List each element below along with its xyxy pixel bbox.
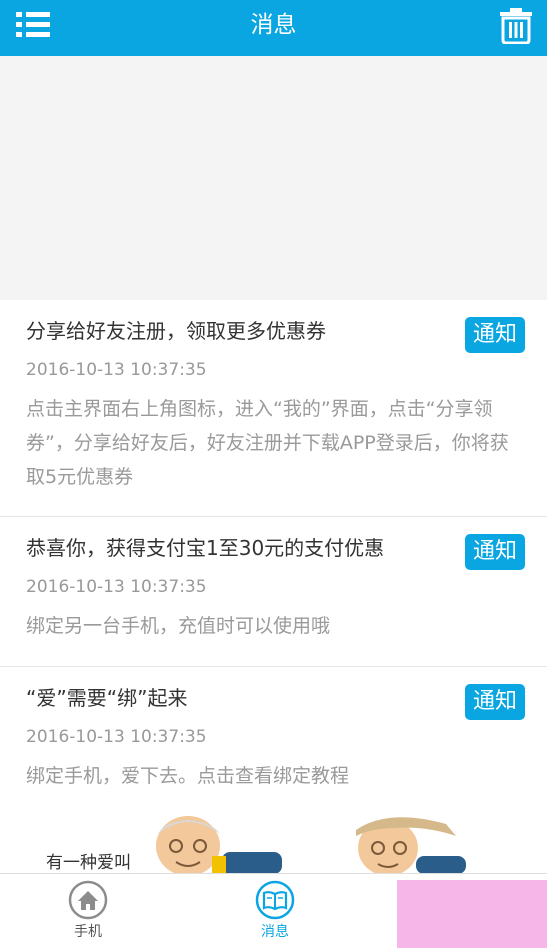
message-title: 恭喜你，获得支付宝1至30元的支付优惠 — [26, 536, 385, 560]
message-body: 绑定手机，爱下去。点击查看绑定教程 — [26, 765, 350, 787]
page-title: 消息 — [250, 12, 297, 38]
list-item[interactable]: 恭喜你，获得支付宝1至30元的支付优惠 通知 2016-10-13 10:37:… — [0, 517, 547, 667]
list-item[interactable]: 分享给好友注册，领取更多优惠券 通知 2016-10-13 10:37:35 点… — [0, 300, 547, 517]
trash-icon — [500, 8, 532, 45]
overlay-block — [397, 880, 547, 948]
message-time: 2016-10-13 10:37:35 — [26, 577, 207, 597]
message-time: 2016-10-13 10:37:35 — [26, 360, 207, 380]
message-body: 绑定另一台手机，充值时可以使用哦 — [26, 615, 331, 637]
message-list: 分享给好友注册，领取更多优惠券 通知 2016-10-13 10:37:35 点… — [0, 300, 547, 872]
message-title: 分享给好友注册，领取更多优惠券 — [26, 319, 326, 343]
top-app-bar: 消息 — [0, 0, 547, 56]
home-icon — [68, 880, 108, 920]
tab-phone[interactable]: 手机 — [53, 880, 123, 941]
promo-text: 有一种爱叫 — [46, 853, 131, 873]
delete-button[interactable] — [499, 6, 533, 45]
book-icon — [255, 880, 295, 920]
tab-messages[interactable]: 消息 — [240, 880, 310, 941]
banner-area — [0, 56, 547, 300]
message-body: 点击主界面右上角图标，进入“我的”界面，点击“分享领券”，分享给好友后，好友注册… — [26, 398, 509, 488]
message-time: 2016-10-13 10:37:35 — [26, 727, 207, 747]
message-title: “爱”需要“绑”起来 — [26, 686, 188, 710]
notice-badge: 通知 — [465, 684, 525, 720]
promo-image[interactable]: 有一种爱叫 — [26, 816, 520, 874]
notice-badge: 通知 — [465, 317, 525, 353]
notice-badge: 通知 — [465, 534, 525, 570]
tab-label: 手机 — [74, 924, 102, 940]
tab-label: 消息 — [261, 924, 289, 940]
